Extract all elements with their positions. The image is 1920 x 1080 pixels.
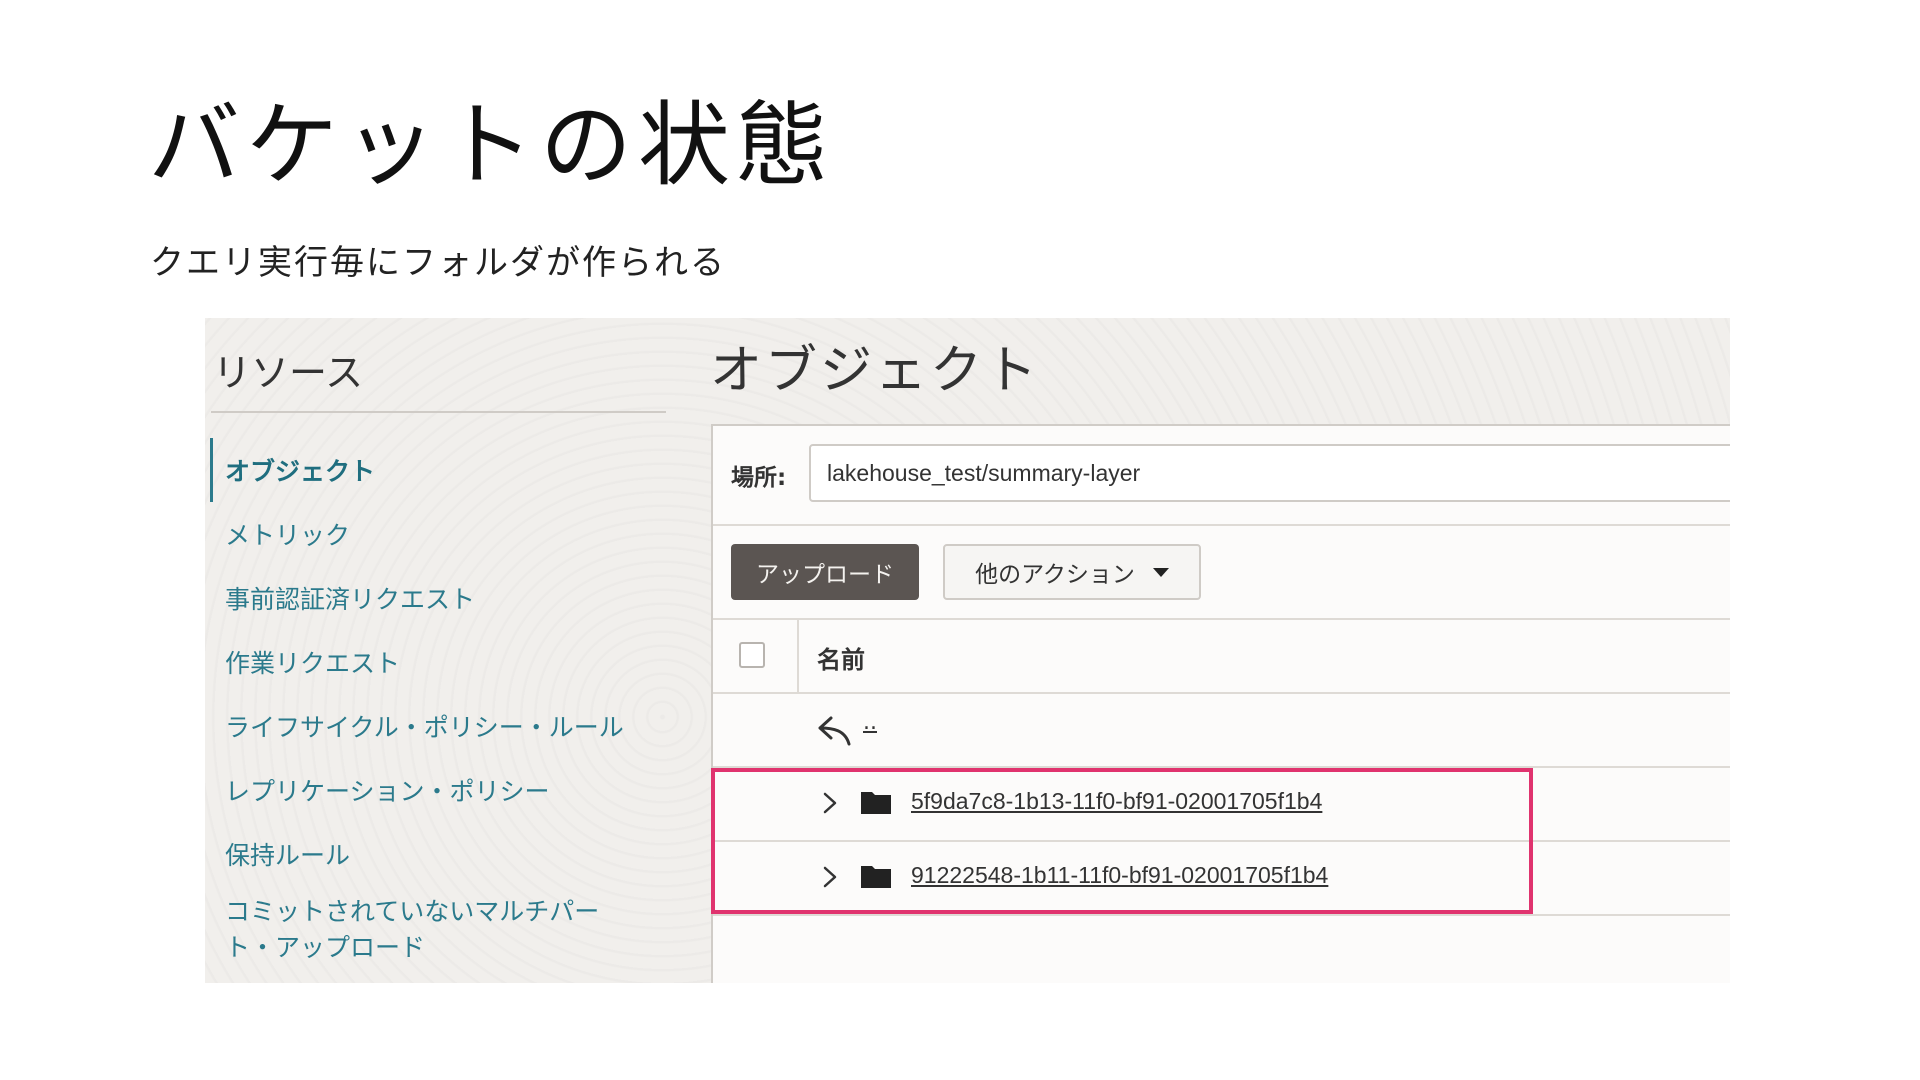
sidebar-item-retention-rules[interactable]: 保持ルール	[205, 822, 705, 886]
chevron-right-icon[interactable]	[823, 866, 837, 888]
parent-folder-link[interactable]: ..	[863, 710, 877, 735]
sidebar-item-objects[interactable]: オブジェクト	[205, 438, 705, 502]
location-input[interactable]	[809, 444, 1730, 502]
more-actions-label: 他のアクション	[975, 562, 1135, 588]
slide-subtitle: クエリ実行毎にフォルダが作られる	[150, 243, 726, 283]
caret-down-icon	[1152, 567, 1169, 577]
table-header: 名前	[713, 620, 1730, 694]
objects-card: 場所: アップロード 他のアクション 名前 ..	[711, 424, 1730, 983]
more-actions-button[interactable]: 他のアクション	[943, 544, 1201, 600]
sidebar-item-multipart-uploads[interactable]: コミットされていないマルチパート・アップロード	[205, 886, 605, 966]
reply-back-icon	[818, 716, 851, 746]
folder-icon	[861, 792, 891, 814]
sidebar-item-replication-policy[interactable]: レプリケーション・ポリシー	[205, 758, 705, 822]
location-row: 場所:	[713, 426, 1730, 526]
table-row: 5f9da7c8-1b13-11f0-bf91-02001705f1b4	[713, 768, 1730, 842]
action-toolbar: アップロード 他のアクション	[713, 526, 1730, 620]
page-title: オブジェクト	[710, 341, 1041, 401]
table-row: 91222548-1b11-11f0-bf91-02001705f1b4	[713, 842, 1730, 916]
console-screenshot: リソース オブジェクト メトリック 事前認証済リクエスト 作業リクエスト ライフ…	[205, 318, 1730, 983]
location-label: 場所:	[731, 465, 787, 491]
folder-link[interactable]: 5f9da7c8-1b13-11f0-bf91-02001705f1b4	[911, 788, 1322, 815]
resources-sidebar: リソース オブジェクト メトリック 事前認証済リクエスト 作業リクエスト ライフ…	[205, 318, 710, 983]
parent-folder-row: ..	[713, 694, 1730, 768]
folder-icon	[861, 866, 891, 888]
sidebar-item-preauth-requests[interactable]: 事前認証済リクエスト	[205, 566, 705, 630]
sidebar-item-work-requests[interactable]: 作業リクエスト	[205, 630, 705, 694]
select-all-checkbox[interactable]	[739, 642, 765, 668]
column-separator	[797, 620, 799, 692]
sidebar-divider	[211, 411, 666, 413]
name-column-header[interactable]: 名前	[817, 640, 865, 675]
sidebar-heading: リソース	[213, 351, 364, 395]
upload-button[interactable]: アップロード	[731, 544, 919, 600]
folder-link[interactable]: 91222548-1b11-11f0-bf91-02001705f1b4	[911, 862, 1328, 889]
slide-title: バケットの状態	[148, 92, 835, 199]
sidebar-item-lifecycle-rules[interactable]: ライフサイクル・ポリシー・ルール	[205, 694, 705, 758]
sidebar-item-metrics[interactable]: メトリック	[205, 502, 705, 566]
chevron-right-icon[interactable]	[823, 792, 837, 814]
slide: バケットの状態 クエリ実行毎にフォルダが作られる リソース オブジェクト メトリ…	[0, 0, 1920, 1080]
sidebar-list: オブジェクト メトリック 事前認証済リクエスト 作業リクエスト ライフサイクル・…	[205, 438, 705, 966]
